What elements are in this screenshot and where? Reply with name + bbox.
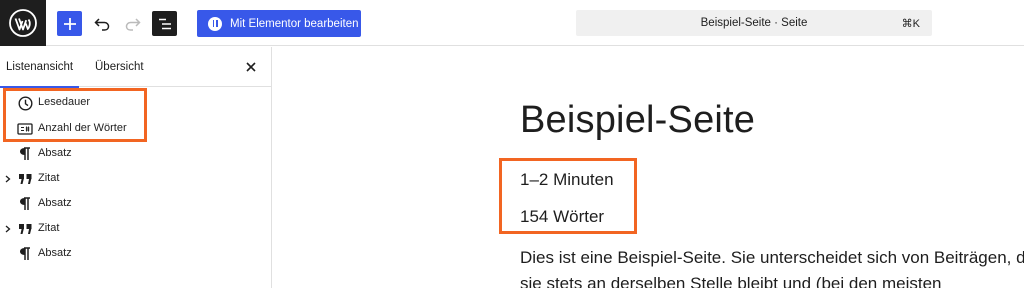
- undo-button[interactable]: [89, 11, 114, 36]
- list-item-label: Absatz: [38, 147, 72, 159]
- command-palette-bar[interactable]: Beispiel-Seite · Seite ⌘K: [576, 10, 932, 36]
- document-overview-sidebar: Listenansicht Übersicht Lesedauer Anzahl…: [0, 47, 272, 288]
- list-view-icon: [158, 18, 171, 29]
- add-block-button[interactable]: [57, 11, 82, 36]
- undo-icon: [93, 17, 109, 31]
- list-item[interactable]: Zitat: [0, 168, 271, 190]
- list-item-label: Zitat: [38, 222, 60, 234]
- tab-list-view[interactable]: Listenansicht: [0, 47, 80, 88]
- paragraph-icon: [17, 246, 33, 262]
- paragraph-icon: [17, 196, 33, 212]
- paragraph-icon: [17, 146, 33, 162]
- word-count-block[interactable]: 154 Wörter: [520, 207, 604, 227]
- quote-icon: [17, 171, 33, 187]
- document-overview-button[interactable]: [152, 11, 177, 36]
- chevron-right-icon[interactable]: [4, 224, 12, 234]
- sidebar-tabs: Listenansicht Übersicht: [0, 47, 271, 88]
- plus-icon: [63, 17, 76, 30]
- list-item[interactable]: Zitat: [0, 218, 271, 240]
- list-item-label: Absatz: [38, 247, 72, 259]
- command-bar-title: Beispiel-Seite · Seite: [700, 17, 808, 29]
- list-item-label: Zitat: [38, 172, 60, 184]
- editor-toolbar: Mit Elementor bearbeiten Beispiel-Seite …: [0, 0, 1024, 46]
- list-item[interactable]: Absatz: [0, 193, 271, 215]
- word-count-icon: [17, 121, 33, 137]
- close-sidebar-button[interactable]: [243, 59, 259, 75]
- tab-outline[interactable]: Übersicht: [95, 47, 144, 87]
- list-item-label: Anzahl der Wörter: [38, 122, 127, 134]
- list-item[interactable]: Absatz: [0, 143, 271, 165]
- paragraph-block[interactable]: Dies ist eine Beispiel-Seite. Sie unters…: [520, 245, 1024, 288]
- chevron-right-icon[interactable]: [4, 174, 12, 184]
- command-shortcut: ⌘K: [901, 18, 920, 30]
- editor-canvas: Beispiel-Seite 1–2 Minuten 154 Wörter Di…: [273, 47, 1024, 288]
- wordpress-logo-icon[interactable]: [0, 0, 46, 46]
- redo-button[interactable]: [120, 11, 145, 36]
- clock-icon: [17, 95, 33, 111]
- reading-time-block[interactable]: 1–2 Minuten: [520, 170, 614, 190]
- redo-icon: [125, 17, 141, 31]
- close-icon: [246, 62, 256, 72]
- list-item[interactable]: Absatz: [0, 243, 271, 265]
- elementor-button-label: Mit Elementor bearbeiten: [230, 17, 359, 30]
- edit-with-elementor-button[interactable]: Mit Elementor bearbeiten: [197, 10, 361, 37]
- list-item[interactable]: Lesedauer: [0, 92, 271, 114]
- list-item-label: Lesedauer: [38, 96, 90, 108]
- list-item-label: Absatz: [38, 197, 72, 209]
- quote-icon: [17, 221, 33, 237]
- page-title[interactable]: Beispiel-Seite: [520, 99, 755, 142]
- list-item[interactable]: Anzahl der Wörter: [0, 118, 271, 140]
- elementor-icon: [208, 16, 222, 31]
